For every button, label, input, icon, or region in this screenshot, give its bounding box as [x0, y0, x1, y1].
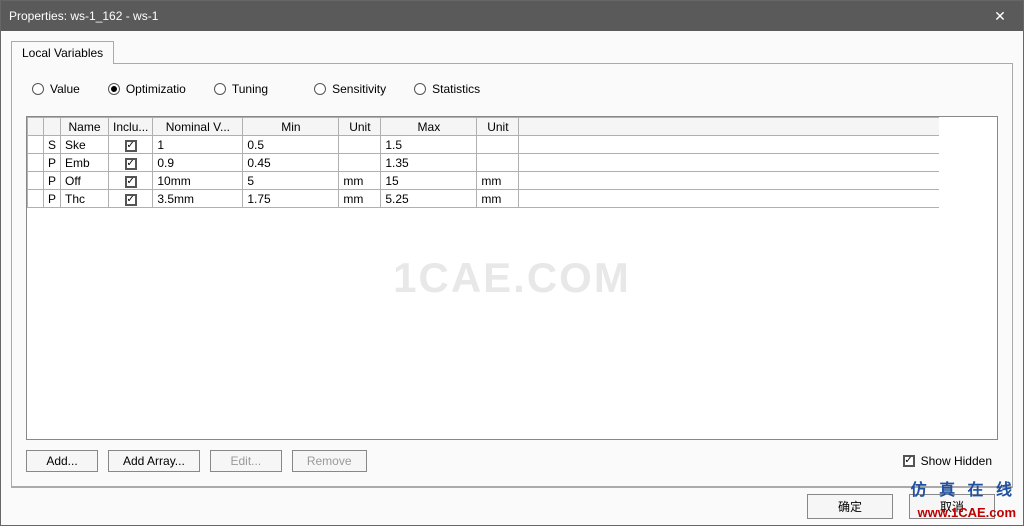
mode-sensitivity-label: Sensitivity	[332, 82, 386, 96]
mode-tuning-label: Tuning	[232, 82, 268, 96]
row-gutter	[28, 190, 44, 208]
cell-name[interactable]: Thc	[61, 190, 109, 208]
cell-filler	[519, 190, 939, 208]
col-type[interactable]	[44, 118, 61, 136]
radio-icon	[214, 83, 226, 95]
cell-filler	[519, 136, 939, 154]
col-min[interactable]: Min	[243, 118, 339, 136]
cell-max[interactable]: 15	[381, 172, 477, 190]
variables-table: Name Inclu... Nominal V... Min Unit Max …	[27, 117, 939, 208]
cell-include[interactable]: ✓	[109, 136, 153, 154]
mode-statistics-label: Statistics	[432, 82, 480, 96]
dialog-footer: 确定 取消	[11, 487, 1013, 525]
mode-sensitivity[interactable]: Sensitivity	[314, 82, 386, 96]
col-unit1[interactable]: Unit	[339, 118, 381, 136]
mode-value[interactable]: Value	[32, 82, 80, 96]
cell-min[interactable]: 5	[243, 172, 339, 190]
cell-unit1[interactable]: mm	[339, 172, 381, 190]
col-include[interactable]: Inclu...	[109, 118, 153, 136]
titlebar: Properties: ws-1_162 - ws-1 ✕	[1, 1, 1023, 31]
cell-unit1[interactable]: mm	[339, 190, 381, 208]
col-filler	[519, 118, 939, 136]
cell-filler	[519, 154, 939, 172]
client-area: Local Variables Value Optimizatio Tuning	[1, 31, 1023, 525]
checkbox-icon: ✓	[125, 176, 137, 188]
cell-name[interactable]: Ske	[61, 136, 109, 154]
radio-icon	[414, 83, 426, 95]
cell-min[interactable]: 1.75	[243, 190, 339, 208]
cell-unit2[interactable]: mm	[477, 172, 519, 190]
row-gutter	[28, 154, 44, 172]
checkbox-icon: ✓	[125, 140, 137, 152]
mode-tuning[interactable]: Tuning	[214, 82, 268, 96]
cancel-button[interactable]: 取消	[909, 494, 995, 519]
cell-max[interactable]: 1.35	[381, 154, 477, 172]
table-row[interactable]: SSke ✓ 10.5 1.5	[28, 136, 939, 154]
checkbox-icon: ✓	[125, 194, 137, 206]
ok-button[interactable]: 确定	[807, 494, 893, 519]
cell-nominal[interactable]: 0.9	[153, 154, 243, 172]
tab-local-variables[interactable]: Local Variables	[11, 41, 114, 64]
cell-unit2[interactable]	[477, 154, 519, 172]
col-name[interactable]: Name	[61, 118, 109, 136]
cell-unit1[interactable]	[339, 136, 381, 154]
add-array-button[interactable]: Add Array...	[108, 450, 200, 472]
cell-unit2[interactable]	[477, 136, 519, 154]
cell-name[interactable]: Emb	[61, 154, 109, 172]
mode-statistics[interactable]: Statistics	[414, 82, 480, 96]
cell-max[interactable]: 1.5	[381, 136, 477, 154]
add-button[interactable]: Add...	[26, 450, 98, 472]
tab-panel: Value Optimizatio Tuning Sensitivity Sta…	[11, 63, 1013, 487]
watermark: 1CAE.COM	[393, 254, 631, 302]
cell-min[interactable]: 0.45	[243, 154, 339, 172]
variables-grid[interactable]: Name Inclu... Nominal V... Min Unit Max …	[26, 116, 998, 440]
cell-type[interactable]: P	[44, 172, 61, 190]
cell-name[interactable]: Off	[61, 172, 109, 190]
cell-type[interactable]: P	[44, 190, 61, 208]
mode-optimization[interactable]: Optimizatio	[108, 82, 186, 96]
cell-unit1[interactable]	[339, 154, 381, 172]
tab-strip: Local Variables	[11, 39, 1013, 63]
cell-include[interactable]: ✓	[109, 190, 153, 208]
table-row[interactable]: PThc✓3.5mm1.75mm5.25mm	[28, 190, 939, 208]
row-gutter	[28, 172, 44, 190]
cell-include[interactable]: ✓	[109, 154, 153, 172]
cell-nominal[interactable]: 1	[153, 136, 243, 154]
cell-type[interactable]: S	[44, 136, 61, 154]
cell-unit2[interactable]: mm	[477, 190, 519, 208]
cell-nominal[interactable]: 10mm	[153, 172, 243, 190]
col-gutter	[28, 118, 44, 136]
cell-max[interactable]: 5.25	[381, 190, 477, 208]
close-icon[interactable]: ✕	[977, 1, 1023, 31]
show-hidden-label: Show Hidden	[921, 454, 992, 468]
cell-filler	[519, 172, 939, 190]
cell-type[interactable]: P	[44, 154, 61, 172]
col-unit2[interactable]: Unit	[477, 118, 519, 136]
mode-optimization-label: Optimizatio	[126, 82, 186, 96]
row-gutter	[28, 136, 44, 154]
window-title: Properties: ws-1_162 - ws-1	[9, 9, 977, 23]
mode-value-label: Value	[50, 82, 80, 96]
show-hidden-toggle[interactable]: ✓ Show Hidden	[903, 454, 992, 468]
grid-actions: Add... Add Array... Edit... Remove ✓ Sho…	[26, 448, 998, 474]
table-row[interactable]: POff✓10mm5mm15mm	[28, 172, 939, 190]
cell-include[interactable]: ✓	[109, 172, 153, 190]
checkbox-icon: ✓	[903, 455, 915, 467]
radio-icon	[108, 83, 120, 95]
radio-icon	[314, 83, 326, 95]
properties-dialog: Properties: ws-1_162 - ws-1 ✕ Local Vari…	[0, 0, 1024, 526]
col-nominal[interactable]: Nominal V...	[153, 118, 243, 136]
col-max[interactable]: Max	[381, 118, 477, 136]
cell-min[interactable]: 0.5	[243, 136, 339, 154]
radio-icon	[32, 83, 44, 95]
mode-radio-group: Value Optimizatio Tuning Sensitivity Sta…	[32, 78, 998, 100]
edit-button[interactable]: Edit...	[210, 450, 282, 472]
remove-button[interactable]: Remove	[292, 450, 367, 472]
checkbox-icon: ✓	[125, 158, 137, 170]
table-row[interactable]: PEmb ✓ 0.90.45 1.35	[28, 154, 939, 172]
cell-nominal[interactable]: 3.5mm	[153, 190, 243, 208]
